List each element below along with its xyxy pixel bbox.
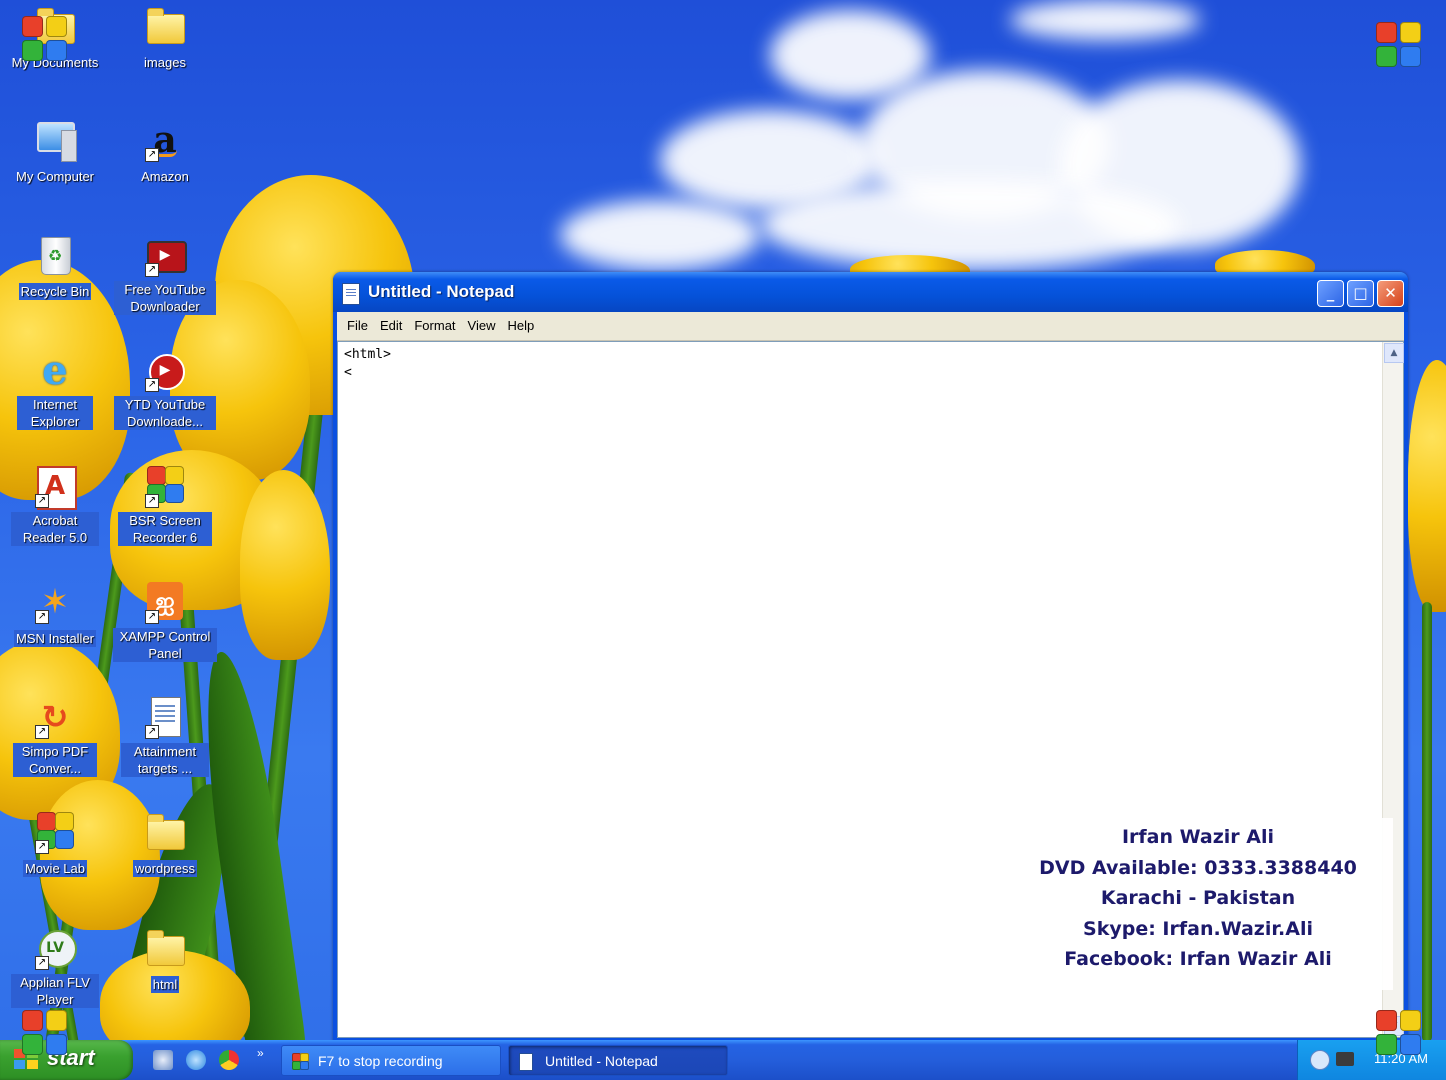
desktop-icon-label: Attainment targets ... (121, 743, 209, 777)
desktop-icon-label: Amazon (141, 169, 189, 184)
menu-file[interactable]: File (341, 312, 374, 340)
internet-explorer-icon: e (42, 346, 68, 394)
title-bar[interactable]: Untitled - Notepad _ □ ✕ (333, 272, 1408, 312)
xampp-icon: ஐ ↗ (143, 580, 187, 624)
speaker-icon[interactable] (1336, 1052, 1354, 1066)
desktop-icon-html[interactable]: html (113, 926, 217, 993)
desktop-icon-amazon[interactable]: a ↗ Amazon (113, 118, 217, 185)
promo-line-location: Karachi - Pakistan (1100, 887, 1296, 909)
chrome-quicklaunch-icon[interactable] (219, 1050, 239, 1070)
recorder-logo-bottomright (1376, 1010, 1422, 1056)
desktop-icon-label: Internet Explorer (17, 396, 93, 430)
recorder-logo-bottomleft (22, 1010, 68, 1056)
menu-help[interactable]: Help (501, 312, 540, 340)
taskbar-item-recorder[interactable]: F7 to stop recording (281, 1045, 501, 1076)
desktop-icon-label: Acrobat Reader 5.0 (11, 512, 99, 546)
editor-content[interactable]: <html> < (338, 342, 1403, 386)
desktop-icon-bsr[interactable]: ↗ BSR Screen Recorder 6 (113, 464, 217, 546)
my-computer-icon (33, 118, 77, 162)
desktop-icon-msn[interactable]: ✶ ↗ MSN Installer (3, 580, 107, 647)
desktop-icon-label: Recycle Bin (18, 283, 92, 300)
desktop-icon-my-computer[interactable]: My Computer (3, 118, 107, 185)
amazon-icon: a ↗ (143, 118, 187, 162)
desktop-icon-ytd[interactable]: ▶ ↗ YTD YouTube Downloade... (113, 348, 217, 430)
desktop-icon-label: html (150, 976, 180, 993)
desktop-icon-label: Free YouTube Downloader (114, 281, 216, 315)
desktop-icon-images[interactable]: images (113, 4, 217, 71)
desktop-icon-movie-lab[interactable]: ↗ Movie Lab (3, 810, 107, 877)
msn-icon: ✶ ↗ (33, 580, 77, 624)
folder-icon (147, 930, 185, 966)
desktop-icon-label: XAMPP Control Panel (113, 628, 217, 662)
desktop-icon-flv-player[interactable]: LV ↗ Applian FLV Player (3, 926, 107, 1008)
desktop-icon-xampp[interactable]: ஐ ↗ XAMPP Control Panel (113, 580, 217, 662)
desktop-icon-recycle-bin[interactable]: ♻ Recycle Bin (3, 233, 107, 300)
acrobat-icon: A ↗ (33, 464, 77, 510)
folder-icon (147, 814, 185, 850)
desktop-icon-label: BSR Screen Recorder 6 (118, 512, 212, 546)
youtube-downloader-icon: ▶ ↗ (143, 233, 187, 277)
scroll-up-arrow-icon[interactable]: ▲ (1384, 343, 1404, 363)
desktop-icon-label: My Computer (15, 169, 95, 184)
window-title: Untitled - Notepad (368, 282, 515, 301)
desktop-icon-label: Applian FLV Player (11, 974, 99, 1008)
promo-watermark: Irfan Wazir Ali DVD Available: 0333.3388… (1003, 818, 1393, 990)
promo-line-skype: Skype: Irfan.Wazir.Ali (1083, 917, 1313, 940)
network-icon[interactable] (1310, 1050, 1330, 1070)
simpo-pdf-icon: ↻ ↗ (33, 695, 77, 739)
desktop-icon-label: MSN Installer (13, 630, 97, 647)
desktop-icon-wordpress[interactable]: wordpress (113, 810, 217, 877)
folder-icon (147, 8, 185, 44)
desktop-icon-label: wordpress (133, 860, 197, 877)
promo-line-name: Irfan Wazir Ali (1121, 826, 1275, 848)
document-icon: ↗ (143, 695, 187, 739)
quicklaunch-more-icon[interactable]: » (257, 1046, 264, 1060)
desktop-icon-simpo-pdf[interactable]: ↻ ↗ Simpo PDF Conver... (3, 695, 107, 777)
system-tray: 11:20 AM (1297, 1040, 1446, 1080)
notepad-icon (519, 1053, 533, 1071)
recorder-logo-topright (1376, 22, 1422, 68)
promo-line-facebook: Facebook: Irfan Wazir Ali (1064, 948, 1332, 970)
desktop-icon-acrobat[interactable]: A ↗ Acrobat Reader 5.0 (3, 464, 107, 546)
taskbar-item-notepad[interactable]: Untitled - Notepad (508, 1045, 728, 1076)
internet-explorer-quicklaunch-icon[interactable] (186, 1050, 206, 1070)
desktop-icon-label: images (144, 55, 186, 70)
taskbar: start » F7 to stop recording Untitled - … (0, 1040, 1446, 1080)
ytd-icon: ▶ ↗ (143, 348, 187, 392)
bsr-recorder-icon (292, 1053, 309, 1070)
menu-format[interactable]: Format (408, 312, 461, 340)
bsr-recorder-icon: ↗ (143, 464, 187, 508)
close-button[interactable]: ✕ (1377, 280, 1404, 307)
recorder-logo-topleft (22, 16, 68, 62)
recycle-bin-icon: ♻ (33, 233, 77, 277)
desktop-icon-label: Movie Lab (23, 860, 87, 877)
desktop-icon-attainment-targets[interactable]: ↗ Attainment targets ... (113, 695, 217, 777)
movie-lab-icon: ↗ (33, 810, 77, 854)
flv-player-icon: LV ↗ (33, 926, 77, 970)
desktop-icon-internet-explorer[interactable]: e Internet Explorer (3, 346, 107, 430)
menu-view[interactable]: View (462, 312, 502, 340)
menu-bar: File Edit Format View Help (337, 312, 1404, 341)
taskbar-item-label: Untitled - Notepad (545, 1053, 658, 1069)
desktop-icon-free-youtube-downloader[interactable]: ▶ ↗ Free YouTube Downloader (113, 233, 217, 315)
taskbar-item-label: F7 to stop recording (318, 1053, 443, 1069)
minimize-button[interactable]: _ (1317, 280, 1344, 307)
show-desktop-icon[interactable] (153, 1050, 173, 1070)
notepad-icon[interactable] (342, 283, 360, 305)
wallpaper-right-edge (1408, 272, 1446, 1040)
desktop-icon-label: YTD YouTube Downloade... (114, 396, 216, 430)
maximize-button[interactable]: □ (1347, 280, 1374, 307)
promo-line-dvd: DVD Available: 0333.3388440 (1039, 856, 1357, 879)
desktop-icon-label: Simpo PDF Conver... (13, 743, 97, 777)
menu-edit[interactable]: Edit (374, 312, 408, 340)
